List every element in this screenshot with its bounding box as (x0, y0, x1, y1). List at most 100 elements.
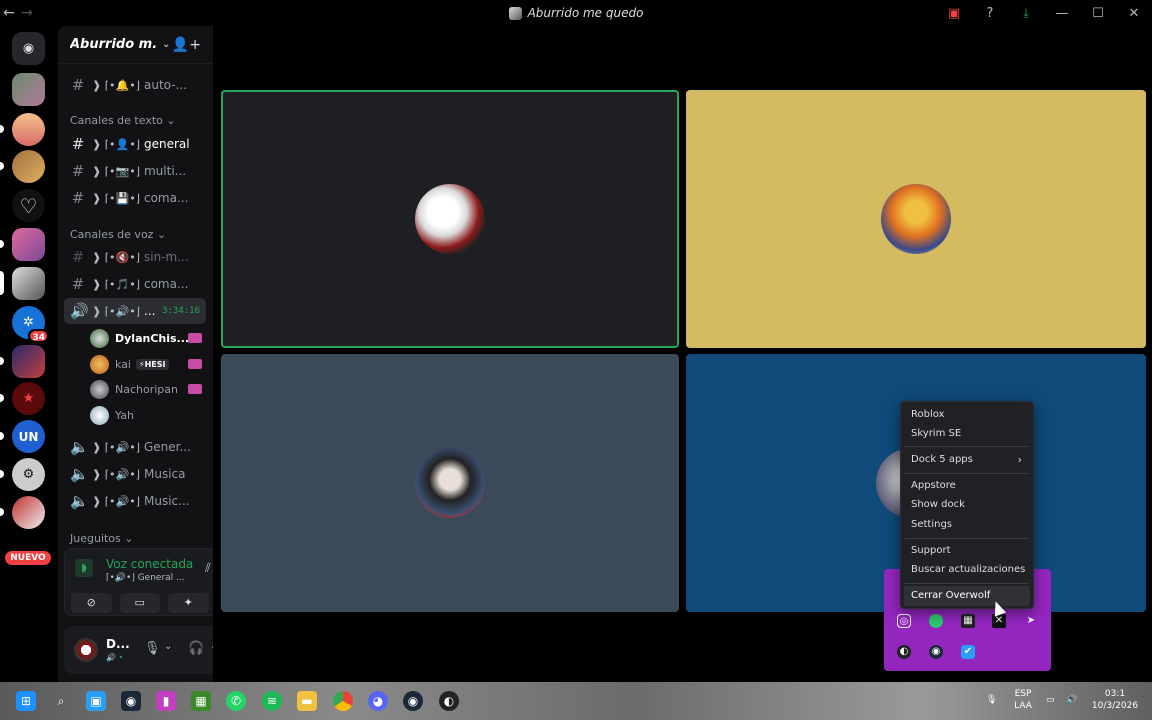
server-icon-2[interactable] (0, 113, 45, 146)
channel-label: Musica (143, 467, 186, 481)
spotify-icon[interactable]: ≋ (262, 691, 282, 711)
obs-icon[interactable]: ◐ (439, 691, 459, 711)
language-indicator[interactable]: ESP LAA (1010, 688, 1036, 712)
search-icon[interactable]: ⌕ (51, 691, 71, 711)
participant-tile-2[interactable] (686, 90, 1146, 348)
channel-comandos-musica[interactable]: # ❱ ⌈•🎵•⌋ coma... (64, 271, 206, 297)
hash-icon: # (71, 135, 85, 153)
server-icon-6[interactable] (0, 267, 45, 300)
cursor-app-icon[interactable]: ➤ (1024, 614, 1038, 628)
server-thumbnail-icon (508, 6, 522, 20)
avatar[interactable] (74, 638, 98, 662)
shield-icon[interactable]: ✔ (961, 645, 975, 659)
voice-user[interactable]: DylanChis... (90, 326, 208, 350)
clock[interactable]: 03:1 10/3/2026 (1090, 688, 1140, 712)
discord-icon[interactable]: ◕ (368, 691, 388, 711)
participant-tile-1[interactable] (221, 90, 679, 348)
channel-sin-musica[interactable]: # ❱ ⌈•🔇•⌋ sin-m... (64, 244, 206, 270)
category-voice[interactable]: Canales de voz ⌄ (70, 228, 166, 241)
back-arrow-icon[interactable]: ← (0, 5, 18, 21)
channel-auto[interactable]: # ❱ ⌈•🔔•⌋ auto-... (64, 72, 206, 98)
menu-item-roblox[interactable]: Roblox (904, 405, 1030, 425)
headphones-icon[interactable]: 🎧 (188, 641, 204, 656)
server-header[interactable]: Aburrido m... ⌄ 👤+ (58, 26, 213, 64)
server-icon-8[interactable] (0, 345, 45, 378)
channel-comandos[interactable]: # ❱ ⌈•💾•⌋ coma... (64, 185, 206, 211)
channel-musica-2[interactable]: 🔈 ❱ ⌈•🔊•⌋ Music... (64, 488, 206, 514)
discord-home-icon[interactable]: ◉ (12, 32, 45, 65)
category-text[interactable]: Canales de texto ⌄ (70, 114, 176, 127)
menu-item-check-updates[interactable]: Buscar actualizaciones (904, 560, 1030, 580)
server-list: ◉ ♡ ✲ 34 ★ UN ⚙ NUEVO (0, 26, 58, 682)
voice-user[interactable]: Nachoripan (90, 377, 208, 401)
minimize-button[interactable]: — (1044, 6, 1080, 21)
voice-status[interactable]: Voz conectada (106, 557, 193, 571)
server-icon-1[interactable] (12, 73, 45, 106)
menu-item-support[interactable]: Support (904, 541, 1030, 561)
help-icon[interactable]: ? (972, 6, 1008, 21)
close-button[interactable]: ✕ (1116, 6, 1152, 21)
chrome-icon[interactable] (333, 691, 353, 711)
green-app-icon[interactable] (929, 614, 943, 628)
instagram-icon[interactable]: ◎ (897, 614, 911, 628)
server-icon-7[interactable]: ✲ 34 (12, 306, 49, 343)
server-icon-9[interactable]: ★ (0, 382, 45, 415)
microphone-icon[interactable]: 🎙 (144, 641, 161, 656)
user-name[interactable]: D... (106, 637, 130, 651)
mention-badge: 34 (28, 329, 49, 343)
channel-general-voice[interactable]: 🔈 ❱ ⌈•🔊•⌋ Gener... (64, 434, 206, 460)
steam-icon[interactable]: ◉ (121, 691, 141, 711)
menu-item-show-dock[interactable]: Show dock (904, 495, 1030, 515)
network-icon[interactable]: ▭ (1046, 694, 1055, 706)
download-icon[interactable]: ⤓ (1008, 6, 1044, 21)
server-icon-4[interactable]: ♡ (12, 189, 45, 222)
category-label: Jueguitos (70, 532, 121, 545)
server-icon-11[interactable]: ⚙ (0, 458, 45, 491)
menu-item-settings[interactable]: Settings (904, 515, 1030, 535)
channel-multi[interactable]: # ❱ ⌈•📷•⌋ multi... (64, 158, 206, 184)
server-icon-5[interactable] (0, 228, 45, 261)
whatsapp-icon[interactable]: ✆ (226, 691, 246, 711)
participant-tile-3[interactable] (221, 354, 679, 612)
server-icon-10[interactable]: UN (0, 420, 45, 453)
channel-decoration: ❱ ⌈•🔊•⌋ (92, 467, 140, 481)
voice-channel-name[interactable]: ⌈•🔊•⌋ General ... (106, 573, 185, 583)
windows-start-icon[interactable]: ⊞ (16, 691, 36, 711)
voice-user[interactable]: kai ⚡HESI (90, 352, 208, 376)
signal-icon[interactable]: ◗ (75, 559, 93, 577)
menu-item-appstore[interactable]: Appstore (904, 476, 1030, 496)
hash-icon: # (71, 275, 85, 293)
invite-people-icon[interactable]: 👤+ (172, 37, 201, 53)
screen-share-button[interactable]: ▭ (119, 593, 160, 613)
server-icon-3[interactable] (0, 150, 45, 183)
language-code: ESP (1014, 689, 1032, 699)
minecraft-icon[interactable]: ▦ (191, 691, 211, 711)
channel-musica[interactable]: 🔈 ❱ ⌈•🔊•⌋ Musica (64, 461, 206, 487)
volume-icon[interactable]: 🔊 (1066, 694, 1077, 706)
chevron-down-icon[interactable]: ⌄ (164, 641, 172, 652)
app-icon[interactable]: ▣ (86, 691, 106, 711)
maximize-button[interactable]: ☐ (1080, 6, 1116, 21)
camera-off-button[interactable]: ⊘ (71, 593, 112, 613)
menu-item-close-overwolf[interactable]: Cerrar Overwolf (904, 586, 1030, 606)
steam-icon[interactable]: ◉ (929, 645, 943, 659)
file-explorer-icon[interactable]: ▬ (297, 691, 317, 711)
forward-arrow-icon[interactable]: → (18, 5, 36, 21)
menu-item-skyrim[interactable]: Skyrim SE (904, 424, 1030, 444)
menu-item-dock-apps[interactable]: Dock 5 apps › (904, 450, 1030, 470)
category-games[interactable]: Jueguitos ⌄ (70, 532, 134, 545)
inbox-icon[interactable]: ▣ (936, 6, 972, 21)
microphone-icon[interactable]: 🎙 (986, 694, 997, 706)
voice-user[interactable]: Yah (90, 403, 208, 427)
server-icon-12[interactable] (0, 496, 45, 529)
nvidia-icon[interactable]: ▦ (961, 614, 975, 628)
activities-button[interactable]: ✦ (168, 593, 209, 613)
steam-icon[interactable]: ◉ (403, 691, 423, 711)
noise-suppression-icon[interactable]: ⫽ (205, 561, 211, 576)
channel-active-voice[interactable]: 🔊 ❱ ⌈•🔊•⌋ ... 3:34:16 (64, 298, 206, 324)
speaker-icon: 🔈 (70, 492, 89, 510)
obs-icon[interactable]: ◐ (897, 645, 911, 659)
channel-general[interactable]: # ❱ ⌈•👤•⌋ general (64, 131, 206, 157)
channel-label: coma... (143, 277, 189, 291)
app-icon[interactable]: ▮ (156, 691, 176, 711)
